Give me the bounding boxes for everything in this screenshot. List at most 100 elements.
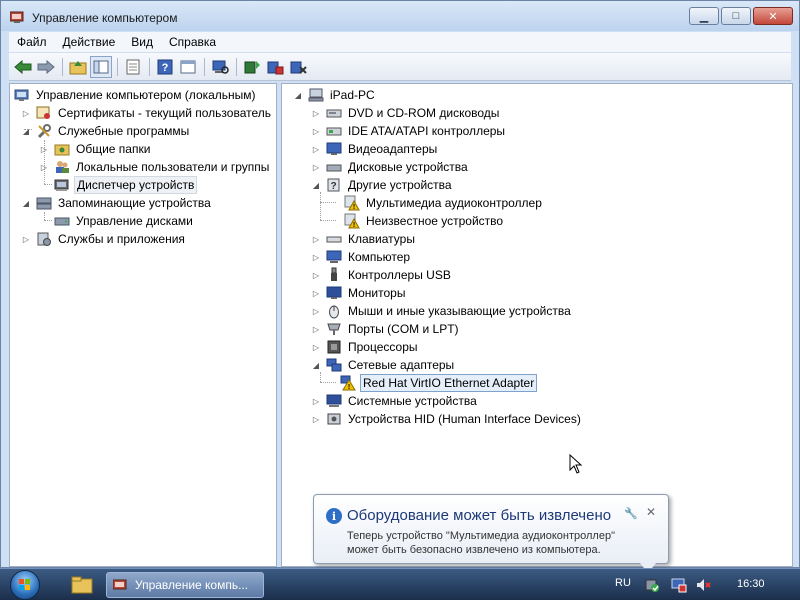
ide-controller-icon bbox=[326, 123, 342, 139]
toolbar: ? bbox=[9, 53, 791, 81]
tree-item-system-tools[interactable]: ◢ Служебные программы bbox=[20, 122, 191, 140]
show-hide-tree-icon[interactable] bbox=[90, 55, 112, 78]
balloon-close-button[interactable]: ✕ bbox=[646, 505, 656, 519]
device-node-root[interactable]: ◢ iPad-PC bbox=[292, 86, 377, 104]
device-category-network[interactable]: ◢ Сетевые адаптеры bbox=[310, 356, 456, 374]
tree-item-storage[interactable]: ◢ Запоминающие устройства bbox=[20, 194, 213, 212]
device-redhat-virtio[interactable]: ! Red Hat VirtIO Ethernet Adapter bbox=[340, 374, 538, 392]
maximize-button[interactable]: □ bbox=[721, 7, 751, 25]
menu-view[interactable]: Вид bbox=[123, 35, 161, 49]
volume-muted-icon[interactable] bbox=[695, 577, 711, 593]
collapse-arrow-icon[interactable]: ◢ bbox=[310, 359, 322, 371]
expand-arrow-icon[interactable]: ▷ bbox=[310, 341, 322, 353]
collapse-arrow-icon[interactable]: ◢ bbox=[310, 179, 322, 191]
device-category-disk[interactable]: ▷ Дисковые устройства bbox=[310, 158, 470, 176]
disk-management-icon bbox=[54, 213, 70, 229]
expand-arrow-icon[interactable]: ▷ bbox=[20, 233, 32, 245]
expand-arrow-icon[interactable]: ▷ bbox=[310, 413, 322, 425]
tree-item-computer-management[interactable]: Управление компьютером (локальным) bbox=[14, 86, 258, 104]
svg-text:!: ! bbox=[353, 204, 355, 211]
collapse-arrow-icon[interactable]: ◢ bbox=[292, 89, 304, 101]
mouse-icon bbox=[326, 303, 342, 319]
balloon-body: Теперь устройство "Мультимедиа аудиоконт… bbox=[347, 529, 647, 557]
device-category-usb[interactable]: ▷ Контроллеры USB bbox=[310, 266, 453, 284]
clock[interactable]: 16:30 bbox=[737, 578, 765, 590]
collapse-arrow-icon[interactable]: ◢ bbox=[20, 197, 32, 209]
certificates-icon bbox=[36, 105, 52, 121]
expand-arrow-icon[interactable]: ▷ bbox=[20, 107, 32, 119]
help-icon[interactable]: ? bbox=[154, 56, 176, 78]
menu-action[interactable]: Действие bbox=[55, 35, 124, 49]
expand-arrow-icon[interactable]: ▷ bbox=[310, 305, 322, 317]
taskbar-button-computer-management[interactable]: Управление компь... bbox=[106, 572, 264, 598]
uninstall-device-icon[interactable] bbox=[287, 56, 309, 78]
expand-arrow-icon[interactable]: ▷ bbox=[310, 107, 322, 119]
title-bar[interactable]: Управление компьютером ▁ □ ✕ bbox=[1, 1, 799, 31]
device-category-processors[interactable]: ▷ Процессоры bbox=[310, 338, 420, 356]
menu-bar: Файл Действие Вид Справка bbox=[9, 32, 791, 52]
minimize-button[interactable]: ▁ bbox=[689, 7, 719, 25]
info-icon: i bbox=[326, 508, 342, 524]
tree-item-local-users[interactable]: ▷ Локальные пользователи и группы bbox=[38, 158, 271, 176]
explorer-taskbar-icon[interactable] bbox=[70, 573, 94, 597]
action-pane-icon[interactable] bbox=[177, 56, 199, 78]
device-category-other[interactable]: ◢ ? Другие устройства bbox=[310, 176, 454, 194]
device-category-monitors[interactable]: ▷ Мониторы bbox=[310, 284, 407, 302]
network-status-icon[interactable] bbox=[671, 577, 687, 593]
expand-arrow-icon[interactable]: ▷ bbox=[310, 251, 322, 263]
device-category-dvd[interactable]: ▷ DVD и CD-ROM дисководы bbox=[310, 104, 501, 122]
expand-arrow-icon[interactable]: ▷ bbox=[310, 233, 322, 245]
notification-balloon[interactable]: i Оборудование может быть извлечено 🔧 ✕ … bbox=[313, 494, 669, 573]
device-category-hid[interactable]: ▷ Устройства HID (Human Interface Device… bbox=[310, 410, 583, 428]
device-category-ports[interactable]: ▷ Порты (COM и LPT) bbox=[310, 320, 461, 338]
device-multimedia-audio[interactable]: ! Мультимедиа аудиоконтроллер bbox=[344, 194, 544, 212]
expand-arrow-icon[interactable]: ▷ bbox=[310, 323, 322, 335]
collapse-arrow-icon[interactable]: ◢ bbox=[20, 125, 32, 137]
safely-remove-hardware-icon[interactable] bbox=[644, 577, 660, 593]
network-adapter-icon bbox=[326, 357, 342, 373]
main-window: Управление компьютером ▁ □ ✕ Файл Действ… bbox=[0, 0, 800, 568]
scan-hardware-icon[interactable] bbox=[209, 56, 231, 78]
expand-arrow-icon[interactable]: ▷ bbox=[310, 395, 322, 407]
computer-icon bbox=[308, 87, 324, 103]
device-category-system[interactable]: ▷ Системные устройства bbox=[310, 392, 479, 410]
expand-arrow-icon[interactable]: ▷ bbox=[310, 161, 322, 173]
expand-arrow-icon[interactable]: ▷ bbox=[310, 269, 322, 281]
update-driver-icon[interactable] bbox=[241, 56, 263, 78]
warning-device-icon: ! bbox=[344, 195, 360, 211]
expand-arrow-icon[interactable]: ▷ bbox=[310, 287, 322, 299]
up-folder-icon[interactable] bbox=[67, 56, 89, 78]
menu-file[interactable]: Файл bbox=[9, 35, 55, 49]
device-category-ide[interactable]: ▷ IDE ATA/ATAPI контроллеры bbox=[310, 122, 507, 140]
computer-management-icon bbox=[10, 11, 24, 23]
device-category-keyboards[interactable]: ▷ Клавиатуры bbox=[310, 230, 417, 248]
expand-arrow-icon[interactable]: ▷ bbox=[38, 143, 50, 155]
forward-icon[interactable] bbox=[35, 56, 57, 78]
properties-icon[interactable] bbox=[122, 56, 144, 78]
expand-arrow-icon[interactable]: ▷ bbox=[310, 125, 322, 137]
device-category-computer[interactable]: ▷ Компьютер bbox=[310, 248, 412, 266]
disable-device-icon[interactable] bbox=[264, 56, 286, 78]
start-button[interactable] bbox=[4, 569, 48, 600]
device-category-display[interactable]: ▷ Видеоадаптеры bbox=[310, 140, 439, 158]
language-indicator[interactable]: RU bbox=[615, 577, 631, 589]
console-tree-pane: Управление компьютером (локальным) ▷ Сер… bbox=[9, 83, 277, 567]
close-button[interactable]: ✕ bbox=[753, 7, 793, 25]
tree-item-shared-folders[interactable]: ▷ Общие папки bbox=[38, 140, 152, 158]
menu-help[interactable]: Справка bbox=[161, 35, 224, 49]
tree-item-disk-management[interactable]: Управление дисками bbox=[54, 212, 195, 230]
windows-logo-icon bbox=[10, 570, 40, 600]
device-category-mice[interactable]: ▷ Мыши и иные указывающие устройства bbox=[310, 302, 573, 320]
port-icon bbox=[326, 321, 342, 337]
expand-arrow-icon[interactable]: ▷ bbox=[38, 161, 50, 173]
wrench-icon[interactable]: 🔧 bbox=[624, 507, 638, 520]
expand-arrow-icon[interactable]: ▷ bbox=[310, 143, 322, 155]
services-icon bbox=[36, 231, 52, 247]
back-icon[interactable] bbox=[12, 56, 34, 78]
warning-network-icon: ! bbox=[340, 375, 356, 391]
tree-item-certificates[interactable]: ▷ Сертификаты - текущий пользователь bbox=[20, 104, 273, 122]
tree-item-services[interactable]: ▷ Службы и приложения bbox=[20, 230, 187, 248]
taskbar: Управление компь... RU 16:30 bbox=[0, 568, 800, 600]
device-unknown[interactable]: ! Неизвестное устройство bbox=[344, 212, 505, 230]
tree-item-device-manager[interactable]: Диспетчер устройств bbox=[54, 176, 198, 194]
